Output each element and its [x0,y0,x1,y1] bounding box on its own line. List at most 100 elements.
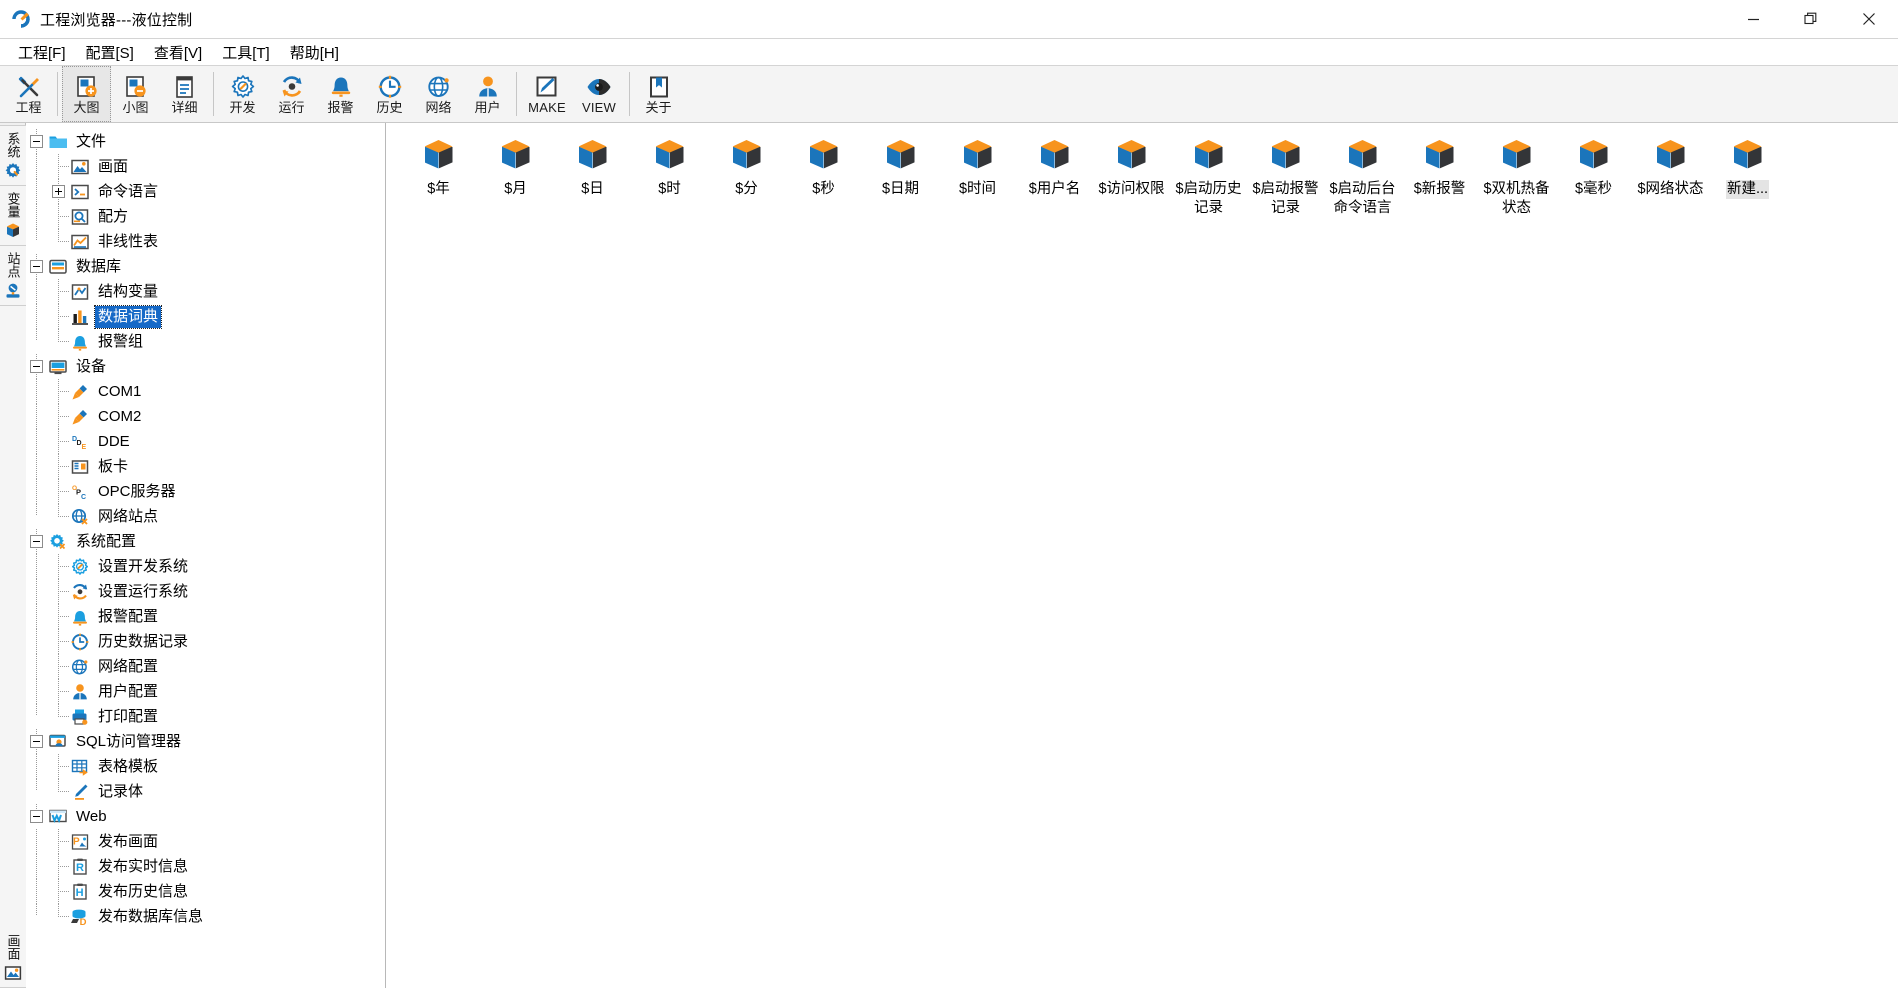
toolbar-large-icons[interactable]: 大图 [62,66,111,122]
grid-item-day[interactable]: $日 [554,133,631,218]
variable-cube-icon [1266,137,1306,175]
toolbar-details[interactable]: 详细 [160,66,209,122]
grid-item-hour[interactable]: $时 [631,133,708,218]
grid-item-start-history[interactable]: $启动历史记录 [1170,133,1247,218]
tree-twig [26,304,48,329]
tree-node-database[interactable]: 数据库 [26,254,385,279]
grid-item-access-right[interactable]: $访问权限 [1093,133,1170,218]
expander-expand-icon[interactable] [52,185,65,198]
grid-item-minute-label: $分 [735,181,758,197]
toolbar-large-icons-label: 大图 [73,99,100,115]
tree-node-device[interactable]: 设备 [26,354,385,379]
tree-node-picture[interactable]: 画面 [26,154,385,179]
tree-node-file[interactable]: 文件 [26,129,385,154]
expander-collapse-icon[interactable] [30,535,43,548]
maximize-restore-button[interactable] [1782,0,1840,38]
expander-collapse-icon[interactable] [30,260,43,273]
toolbar-user[interactable]: 用户 [463,66,512,122]
grid-item-second[interactable]: $秒 [785,133,862,218]
expander-collapse-icon[interactable] [30,360,43,373]
toolbar-history[interactable]: 历史 [365,66,414,122]
tree-node-network-config[interactable]: 网络配置 [26,654,385,679]
tree-node-set-dev-system[interactable]: 设置开发系统 [26,554,385,579]
tree-node-system-config[interactable]: 系统配置 [26,529,385,554]
tree-node-opc-server[interactable]: OPC OPC服务器 [26,479,385,504]
toolbar-run[interactable]: 运行 [267,66,316,122]
tree-twig [26,904,48,929]
tree-node-command-language[interactable]: 命令语言 [26,179,385,204]
tree-node-publish-history[interactable]: H 发布历史信息 [26,879,385,904]
close-button[interactable] [1840,0,1898,38]
tree-node-board-card[interactable]: 板卡 [26,454,385,479]
expander-collapse-icon[interactable] [30,135,43,148]
tree-node-table-template[interactable]: 表格模板 [26,754,385,779]
menu-tools[interactable]: 工具[T] [212,39,280,66]
tree-twig [26,729,48,754]
tree-node-publish-realtime[interactable]: R 发布实时信息 [26,854,385,879]
menu-help[interactable]: 帮助[H] [280,39,349,66]
tree-node-com2[interactable]: COM2 [26,404,385,429]
tree-node-set-run-system-label: 设置运行系统 [98,582,189,600]
toolbar-view[interactable]: VIEW [573,66,625,122]
tree-node-set-run-system[interactable]: 设置运行系统 [26,579,385,604]
rail-tab-system-label: 系统 [5,132,21,158]
expander-collapse-icon[interactable] [30,735,43,748]
toolbar-develop[interactable]: 开发 [218,66,267,122]
grid-item-network-status[interactable]: $网络状态 [1632,133,1709,218]
minimize-button[interactable] [1724,0,1782,38]
grid-item-time[interactable]: $时间 [939,133,1016,218]
tree-node-alarm-config[interactable]: 报警配置 [26,604,385,629]
grid-item-redundancy[interactable]: $双机热备状态 [1478,133,1555,218]
toolbar-separator [629,72,630,116]
main-body: 系统 变量 站点 画面 文件 画面 命令语言 配方 非线性表 数据库 结构变量 … [0,123,1898,988]
variable-cube-icon [573,137,613,175]
tree-node-dde[interactable]: DDE DDE [26,429,385,454]
tree-node-user-config[interactable]: 用户配置 [26,679,385,704]
grid-item-username[interactable]: $用户名 [1016,133,1093,218]
grid-item-minute[interactable]: $分 [708,133,785,218]
tree-node-struct-variable[interactable]: 结构变量 [26,279,385,304]
menu-view[interactable]: 查看[V] [144,39,212,66]
grid-item-new[interactable]: 新建... [1709,133,1786,218]
grid-item-year-label: $年 [427,181,450,197]
tree-node-publish-picture[interactable]: P 发布画面 [26,829,385,854]
tree-node-sql-manager[interactable]: SQL访问管理器 [26,729,385,754]
content-pane[interactable]: $年 $月 $日 $时 $分 $秒 $日期 $时间 $用户名 $访问权限 $启动… [386,123,1898,988]
menu-config[interactable]: 配置[S] [76,39,144,66]
grid-item-month[interactable]: $月 [477,133,554,218]
toolbar-about[interactable]: 关于 [634,66,683,122]
grid-item-start-alarm-log[interactable]: $启动报警记录 [1247,133,1324,218]
tree-node-publish-database[interactable]: D 发布数据库信息 [26,904,385,929]
toolbar-network[interactable]: 网络 [414,66,463,122]
toolbar-make[interactable]: MAKE [521,66,573,122]
tree-node-record-body[interactable]: 记录体 [26,779,385,804]
toolbar-project[interactable]: 工程 [4,66,53,122]
tree-node-history-record[interactable]: 历史数据记录 [26,629,385,654]
tree-node-nonlinear-table[interactable]: 非线性表 [26,229,385,254]
grid-item-start-bg-cmd[interactable]: $启动后台命令语言 [1324,133,1401,218]
monitor-icon [48,357,68,377]
tree-twig [48,154,70,179]
tree-node-network-site[interactable]: 网络站点 [26,504,385,529]
tree-node-data-dictionary[interactable]: 数据词典 [26,304,385,329]
grid-item-new-alarm[interactable]: $新报警 [1401,133,1478,218]
toolbar-alarm[interactable]: 报警 [316,66,365,122]
tree-twig [48,604,70,629]
rail-tab-site[interactable]: 站点 [0,246,26,306]
rail-tab-screen[interactable]: 画面 [0,306,26,988]
grid-item-year[interactable]: $年 [400,133,477,218]
tree-node-alarm-group[interactable]: 报警组 [26,329,385,354]
variable-cube-icon [1728,137,1768,175]
expander-collapse-icon[interactable] [30,810,43,823]
tree-node-web[interactable]: Web [26,804,385,829]
project-tree-panel[interactable]: 文件 画面 命令语言 配方 非线性表 数据库 结构变量 数据词典 报警组 设备 … [26,123,386,988]
toolbar-small-icons[interactable]: 小图 [111,66,160,122]
tree-node-print-config[interactable]: 打印配置 [26,704,385,729]
rail-tab-system[interactable]: 系统 [0,125,26,186]
grid-item-millisecond[interactable]: $毫秒 [1555,133,1632,218]
tree-node-recipe[interactable]: 配方 [26,204,385,229]
tree-node-com1[interactable]: COM1 [26,379,385,404]
menu-project[interactable]: 工程[F] [8,39,76,66]
grid-item-date[interactable]: $日期 [862,133,939,218]
rail-tab-variable[interactable]: 变量 [0,186,26,246]
